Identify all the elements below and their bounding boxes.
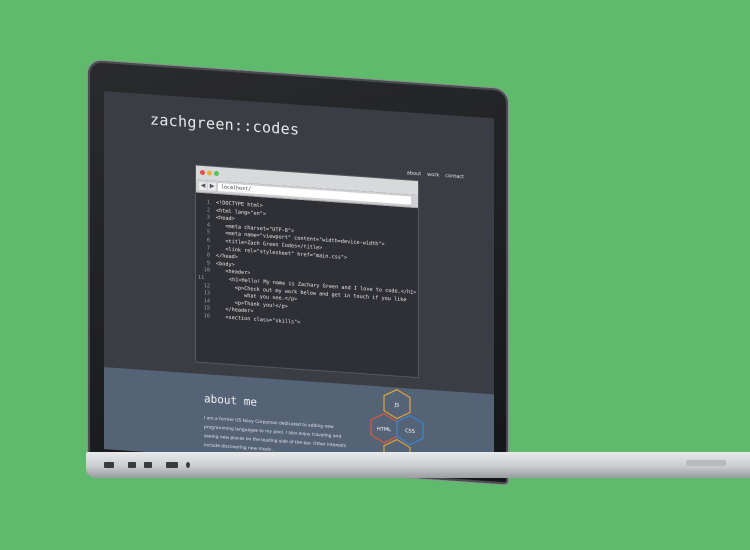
site-nav: about work contact	[407, 170, 464, 180]
port-icon	[186, 462, 190, 468]
back-arrow-icon[interactable]: ◀	[199, 181, 207, 191]
laptop-base	[86, 452, 750, 478]
forward-arrow-icon[interactable]: ▶	[208, 182, 216, 191]
hex-label-css: CSS	[405, 428, 415, 435]
hex-label-html: HTML	[377, 426, 391, 433]
close-dot-icon[interactable]	[200, 169, 205, 176]
maximize-dot-icon[interactable]	[214, 170, 219, 177]
laptop-lid: zachgreen::codes about work contact ◀ ▶ …	[88, 60, 508, 485]
code-editor: 1 <!DOCTYPE html> 2 <html lang="en"> 3 <head>…	[196, 193, 418, 336]
laptop-mockup: zachgreen::codes about work contact ◀ ▶ …	[0, 0, 750, 550]
port-icon	[144, 462, 152, 468]
site-brand[interactable]: zachgreen::codes	[150, 110, 299, 138]
line-number: 16	[203, 313, 210, 320]
about-heading: about me	[204, 392, 257, 409]
laptop-foot	[686, 460, 726, 466]
laptop-screen: zachgreen::codes about work contact ◀ ▶ …	[104, 91, 494, 477]
port-icon	[104, 462, 114, 468]
nav-item-about[interactable]: about	[407, 170, 421, 177]
browser-window: ◀ ▶ localhost/ 1 <!DOCTYPE html> 2 <html la…	[196, 165, 418, 378]
nav-item-work[interactable]: work	[427, 172, 439, 179]
minimize-dot-icon[interactable]	[207, 170, 212, 176]
port-icon	[128, 462, 136, 468]
nav-item-contact[interactable]: contact	[445, 173, 464, 180]
hex-label-js: JS	[394, 402, 400, 408]
port-icon	[166, 462, 178, 468]
